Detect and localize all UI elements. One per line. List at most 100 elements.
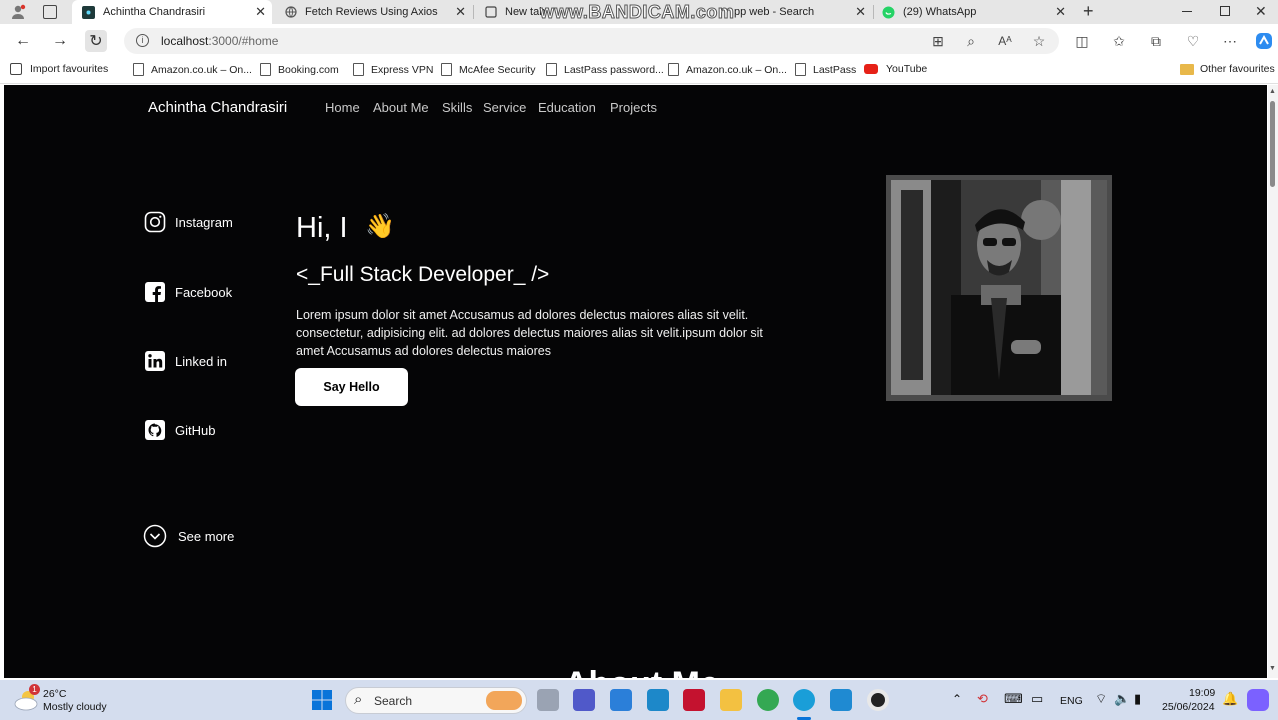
role-heading: <_Full Stack Developer_ /> [296, 263, 550, 286]
keyboard-icon[interactable]: ⌨ [1004, 691, 1023, 707]
site-brand[interactable]: Achintha Chandrasiri [148, 99, 287, 116]
social-facebook[interactable]: Facebook [144, 281, 232, 303]
react-favicon-icon [82, 5, 95, 19]
windows-start-icon[interactable] [311, 689, 333, 711]
vscode-icon[interactable] [830, 689, 852, 711]
copilot-icon[interactable] [1254, 31, 1274, 51]
clock-date[interactable]: 25/06/2024 [1162, 701, 1215, 713]
social-label: Linked in [175, 353, 228, 369]
portfolio-page: Achintha Chandrasiri Home About Me Skill… [4, 85, 1267, 678]
close-tab-icon[interactable]: ✕ [455, 4, 466, 20]
apps-icon[interactable]: ⊞ [928, 31, 948, 51]
clock-time[interactable]: 19:09 [1189, 687, 1215, 699]
notifications-icon[interactable]: 🔔 [1222, 691, 1238, 707]
zoom-icon[interactable]: ⌕ [961, 31, 981, 51]
split-screen-icon[interactable]: ◫ [1072, 31, 1092, 51]
nav-skills[interactable]: Skills [442, 100, 472, 115]
mysql-icon[interactable] [647, 689, 669, 711]
tab-search[interactable]: pp web - Search ✕ [730, 0, 872, 24]
volume-icon[interactable]: 🔈 [1114, 691, 1130, 707]
minimize-icon[interactable] [1182, 11, 1192, 12]
taskbar-search[interactable]: ⌕ Search [345, 687, 527, 714]
bookmark-import-favourites[interactable]: Import favourites [10, 63, 108, 75]
new-tab-button[interactable]: + [1083, 1, 1094, 22]
wifi-icon[interactable]: ⌔ [1095, 691, 1107, 707]
nav-projects[interactable]: Projects [610, 100, 657, 115]
browser-essentials-icon[interactable]: ♡ [1183, 31, 1203, 51]
language-indicator[interactable]: ENG [1060, 695, 1083, 707]
info-icon[interactable]: i [136, 34, 149, 47]
bookmark-amazon-2[interactable]: Amazon.co.uk – On... [668, 63, 787, 76]
scroll-thumb[interactable] [1270, 101, 1275, 187]
tab-new-tab[interactable]: New tab [474, 0, 546, 24]
display-icon[interactable]: ▭ [1031, 691, 1043, 707]
weather-widget[interactable]: 1 26°C Mostly cloudy [14, 684, 114, 714]
tab-achintha[interactable]: Achintha Chandrasiri ✕ [72, 0, 272, 24]
favorite-star-icon[interactable]: ☆ [1029, 31, 1049, 51]
tab-title: Fetch Reviews Using Axios [305, 6, 438, 18]
tab-strip: Achintha Chandrasiri ✕ Fetch Reviews Usi… [0, 0, 1278, 24]
collections-icon[interactable]: ⧉ [1146, 31, 1166, 51]
refresh-icon[interactable]: ↻ [85, 30, 107, 52]
bookmark-mcafee[interactable]: McAfee Security [441, 63, 535, 76]
social-github[interactable]: GitHub [144, 419, 215, 441]
read-aloud-icon[interactable]: Aᴬ [995, 31, 1015, 51]
tab-whatsapp[interactable]: (29) WhatsApp ✕ [872, 0, 1072, 24]
folder-icon [1180, 63, 1194, 75]
forward-icon[interactable]: → [49, 30, 71, 52]
weather-desc: Mostly cloudy [43, 701, 107, 713]
scroll-down-icon[interactable]: ▼ [1269, 665, 1276, 672]
nav-service[interactable]: Service [483, 100, 526, 115]
task-view-icon[interactable] [537, 689, 559, 711]
search-highlight-icon [486, 691, 522, 710]
bookmark-booking[interactable]: Booking.com [260, 63, 339, 76]
profile-icon[interactable] [10, 4, 26, 20]
battery-icon[interactable]: ▮ [1134, 691, 1141, 707]
bookmark-lastpass[interactable]: LastPass [795, 63, 856, 76]
nav-education[interactable]: Education [538, 100, 596, 115]
back-icon[interactable]: ← [12, 30, 34, 52]
bookmark-express-vpn[interactable]: Express VPN [353, 63, 433, 76]
greeting-heading: Hi, I [296, 212, 348, 244]
close-tab-icon[interactable]: ✕ [855, 4, 866, 20]
more-options-icon[interactable]: ⋯ [1220, 31, 1240, 51]
microsoft-store-icon[interactable] [610, 689, 632, 711]
scroll-up-icon[interactable]: ▲ [1269, 88, 1276, 95]
bookmark-youtube[interactable]: YouTube [864, 63, 927, 75]
tray-overflow-icon[interactable]: ⌃ [952, 692, 962, 706]
tray-sync-icon[interactable]: ⟲ [977, 691, 988, 707]
close-tab-icon[interactable]: ✕ [255, 4, 266, 20]
mcafee-icon[interactable] [683, 689, 705, 711]
restore-icon[interactable] [1220, 6, 1230, 16]
tab-fetch-reviews[interactable]: Fetch Reviews Using Axios ✕ [274, 0, 472, 24]
close-window-icon[interactable]: ✕ [1255, 3, 1267, 20]
tab-actions-icon[interactable] [43, 5, 57, 19]
nav-home[interactable]: Home [325, 100, 360, 115]
social-label: Instagram [175, 214, 233, 230]
file-explorer-icon[interactable] [720, 689, 742, 711]
page-scrollbar[interactable]: ▲ ▼ [1268, 85, 1278, 678]
intro-paragraph: Lorem ipsum dolor sit amet Accusamus ad … [296, 308, 763, 358]
profile-photo-frame [886, 175, 1112, 401]
favorites-icon[interactable]: ✩ [1109, 31, 1129, 51]
copilot-taskbar-icon[interactable] [1247, 689, 1269, 711]
chrome-icon[interactable] [757, 689, 779, 711]
nav-about-me[interactable]: About Me [373, 100, 429, 115]
social-linkedin[interactable]: Linked in [144, 350, 227, 372]
say-hello-button[interactable]: Say Hello [295, 368, 408, 406]
close-tab-icon[interactable]: ✕ [1055, 4, 1066, 20]
search-placeholder: Search [374, 694, 413, 708]
see-more-link[interactable]: See more [143, 524, 234, 548]
see-more-label: See more [178, 528, 235, 544]
bandicam-record-icon[interactable] [867, 689, 889, 711]
other-favourites[interactable]: Other favourites [1180, 63, 1275, 75]
bookmark-amazon[interactable]: Amazon.co.uk – On... [133, 63, 252, 76]
edge-icon[interactable] [793, 689, 815, 711]
url-field[interactable]: i localhost:3000/#home [124, 28, 1059, 54]
youtube-icon [864, 64, 878, 74]
instagram-icon [144, 211, 166, 233]
teams-icon[interactable] [573, 689, 595, 711]
weather-temp: 26°C [43, 688, 67, 700]
bookmark-lastpass-password[interactable]: LastPass password... [546, 63, 664, 76]
social-instagram[interactable]: Instagram [144, 211, 233, 233]
